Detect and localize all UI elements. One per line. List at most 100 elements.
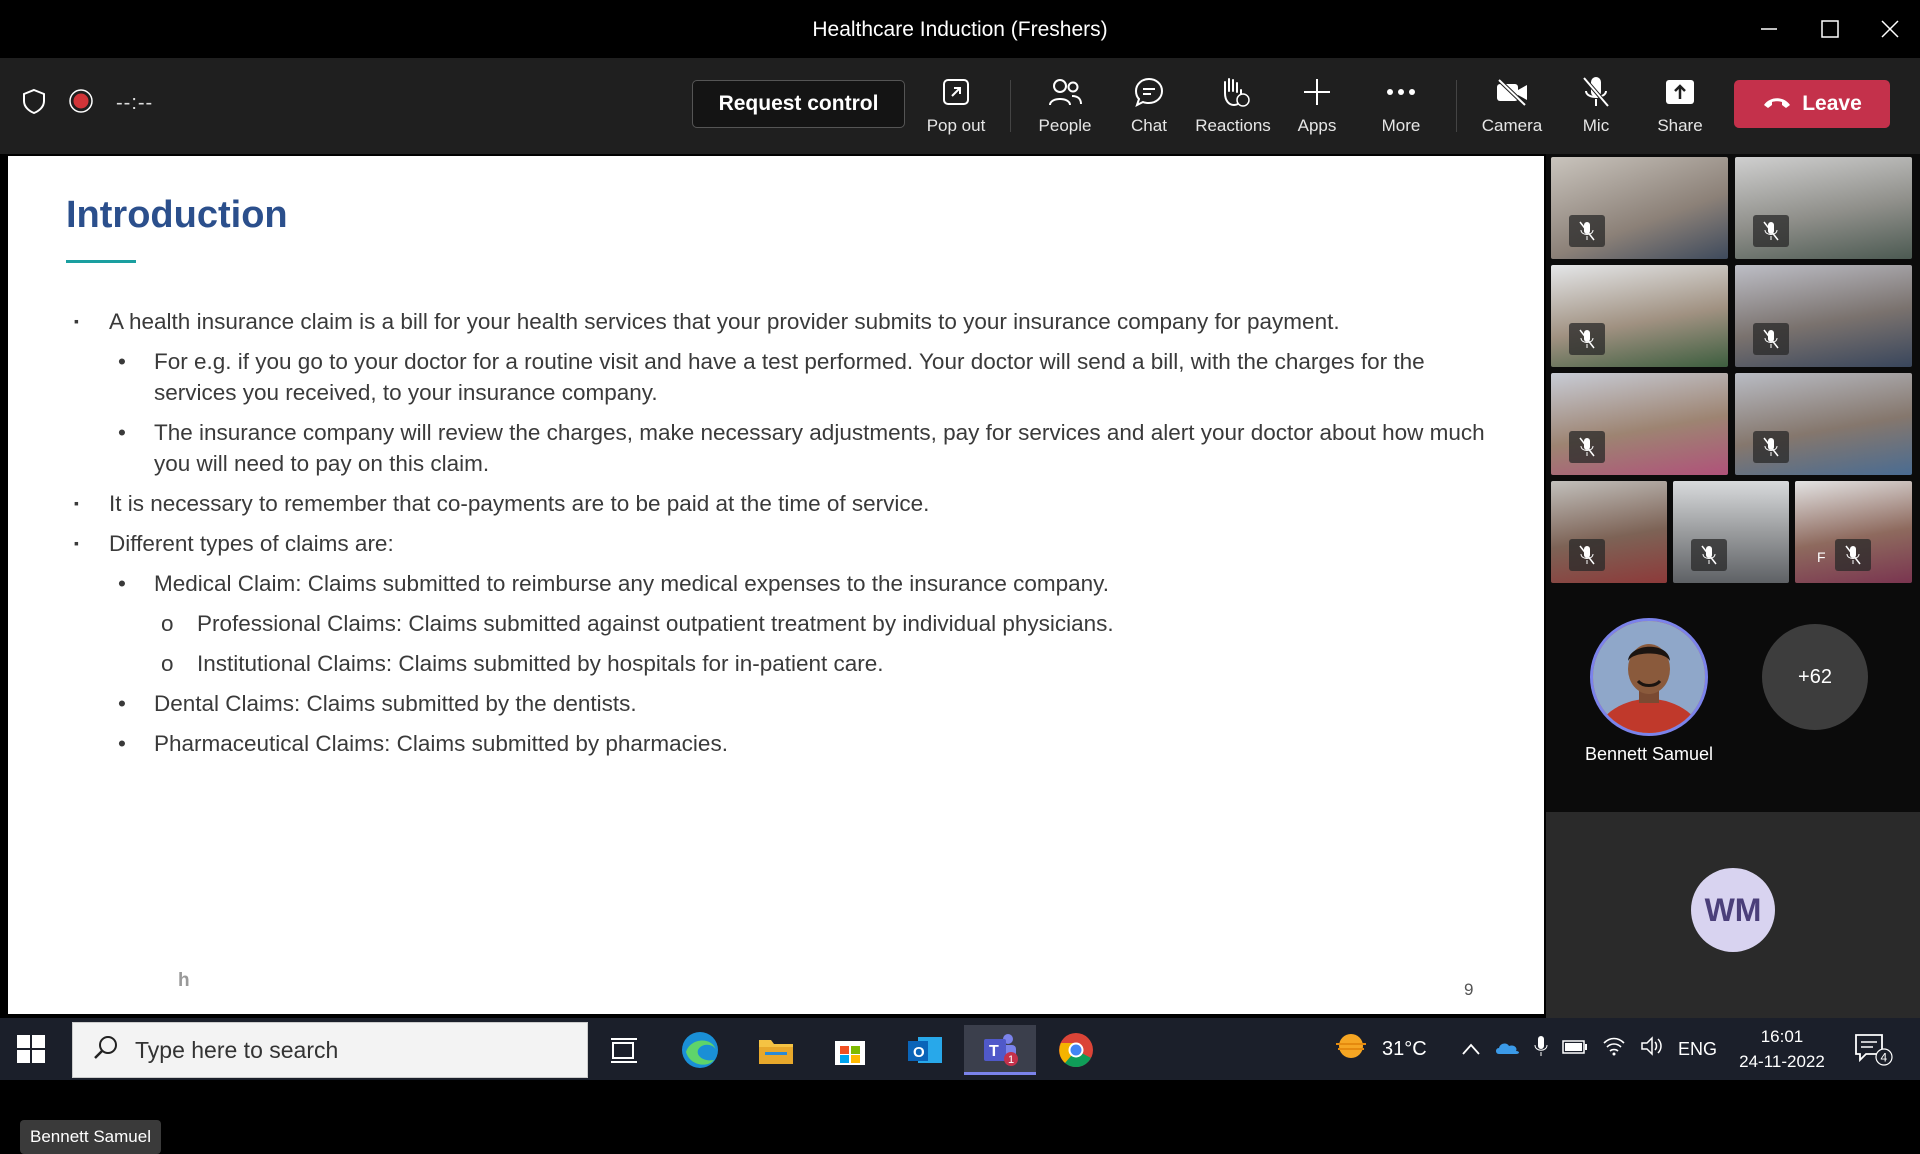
camera-button[interactable]: Camera [1470,72,1554,144]
notification-count: 4 [1881,1051,1888,1065]
onedrive-icon[interactable] [1494,1038,1520,1061]
chevron-up-icon[interactable] [1462,1038,1480,1061]
muted-mic-icon [1569,431,1605,463]
chat-button[interactable]: Chat [1107,72,1191,144]
plus-icon [1302,72,1332,112]
pop-out-button[interactable]: Pop out [914,72,998,144]
chrome-icon [1059,1033,1093,1068]
notifications-button[interactable]: 4 [1854,1032,1894,1071]
slide-bullet-level-3: o Professional Claims: Claims submitted a… [66,608,1486,639]
participant-video-tile[interactable] [1551,157,1728,259]
shared-slide: Introduction ▪ A health insurance claim i… [8,156,1544,1014]
participants-panel: F Bennett Samuel +62 WM [1546,154,1920,1018]
chat-icon [1133,72,1165,112]
slide-bullet-level-2: • Dental Claims: Claims submitted by the … [66,688,1486,719]
share-button[interactable]: Share [1638,72,1722,144]
participant-video-tile[interactable] [1551,373,1728,475]
windows-logo-icon [17,1035,45,1063]
window-title: Healthcare Induction (Freshers) [812,18,1108,41]
initials-avatar: WM [1691,868,1775,952]
featured-participant-name: Bennett Samuel [1584,744,1714,764]
volume-icon[interactable] [1640,1036,1664,1062]
people-button[interactable]: People [1023,72,1107,144]
task-view-icon [611,1038,637,1063]
bullet-text: For e.g. if you go to your doctor for a … [154,349,1425,405]
store-app-button[interactable] [814,1025,886,1075]
bullet-marker-icon: ▪ [74,495,79,511]
search-placeholder: Type here to search [135,1036,339,1063]
teams-badge: 1 [1008,1054,1014,1066]
task-view-button[interactable] [588,1025,660,1075]
close-button[interactable] [1866,10,1914,48]
slide-bullet-level-2: • For e.g. if you go to your doctor for a… [66,346,1486,408]
teams-app-button[interactable]: T1 [964,1025,1036,1075]
bullet-text: Professional Claims: Claims submitted ag… [197,611,1114,636]
phone-hangup-icon [1762,92,1792,116]
person-avatar-icon [1593,621,1705,733]
chrome-app-button[interactable] [1040,1025,1112,1075]
bullet-text: Different types of claims are: [109,531,394,556]
bullet-marker-icon: • [118,571,126,596]
minimize-button[interactable] [1745,10,1793,48]
reactions-button[interactable]: Reactions [1191,72,1275,144]
participant-tile-wm[interactable]: WM [1546,812,1920,1018]
bullet-marker-icon: o [161,651,174,676]
presenter-name-tag: Bennett Samuel [20,1120,161,1154]
muted-mic-icon [1691,539,1727,571]
slide-bullet-level-1: ▪ A health insurance claim is a bill for … [66,306,1486,337]
taskbar-search-box[interactable]: Type here to search [72,1022,588,1078]
system-tray: ENG [1462,1018,1717,1080]
leave-button[interactable]: Leave [1734,80,1890,128]
edge-app-button[interactable] [664,1025,736,1075]
more-button[interactable]: More [1359,72,1443,144]
edge-icon [682,1032,718,1068]
muted-mic-icon [1753,431,1789,463]
bullet-text: Institutional Claims: Claims submitted b… [197,651,884,676]
microphone-icon[interactable] [1534,1035,1548,1063]
people-icon [1048,72,1082,112]
slide-bullet-level-2: • Medical Claim: Claims submitted to reim… [66,568,1486,599]
battery-icon[interactable] [1562,1038,1588,1061]
participant-video-tile[interactable] [1735,265,1912,367]
muted-mic-icon [1753,323,1789,355]
muted-mic-icon [1569,215,1605,247]
shield-icon[interactable] [22,88,46,119]
request-control-button[interactable]: Request control [692,80,905,128]
participant-video-tile[interactable] [1735,373,1912,475]
bullet-marker-icon: • [118,731,126,756]
svg-text:O: O [913,1044,925,1061]
outlook-app-button[interactable]: O [889,1025,961,1075]
taskbar-clock[interactable]: 16:01 24-11-2022 [1732,1024,1832,1074]
featured-participant-avatar[interactable] [1590,618,1708,736]
slide-page-number: 9 [1464,980,1474,999]
bullet-marker-icon: ▪ [74,535,79,551]
input-language[interactable]: ENG [1678,1039,1717,1060]
participant-video-tile[interactable]: F [1795,481,1912,583]
start-button[interactable] [16,1034,46,1069]
bullet-marker-icon: • [118,691,126,716]
bullet-text: It is necessary to remember that co-paym… [109,491,930,516]
participant-video-tile[interactable] [1551,481,1667,583]
participant-video-tile[interactable] [1735,157,1912,259]
bullet-text: A health insurance claim is a bill for y… [109,309,1340,334]
wifi-icon[interactable] [1602,1036,1626,1062]
mic-button[interactable]: Mic [1554,72,1638,144]
store-icon [835,1041,865,1065]
slide-title: Introduction [66,194,288,236]
window-titlebar: Healthcare Induction (Freshers) [0,0,1920,58]
weather-sun-icon [1334,1030,1370,1068]
participant-video-tile[interactable] [1673,481,1789,583]
apps-button[interactable]: Apps [1275,72,1359,144]
folder-icon [759,1040,793,1064]
slide-bullet-level-2: • Pharmaceutical Claims: Claims submitted… [66,728,1486,759]
bullet-text: Pharmaceutical Claims: Claims submitted … [154,731,728,756]
weather-widget[interactable]: 31°C [1334,1018,1427,1080]
muted-mic-icon [1835,539,1871,571]
bullet-text: The insurance company will review the ch… [154,420,1485,476]
maximize-button[interactable] [1806,10,1854,48]
pop-out-icon [941,72,971,112]
close-icon [1881,20,1899,38]
participant-video-tile[interactable] [1551,265,1728,367]
more-participants-button[interactable]: +62 [1762,624,1868,730]
file-explorer-button[interactable] [740,1025,812,1075]
